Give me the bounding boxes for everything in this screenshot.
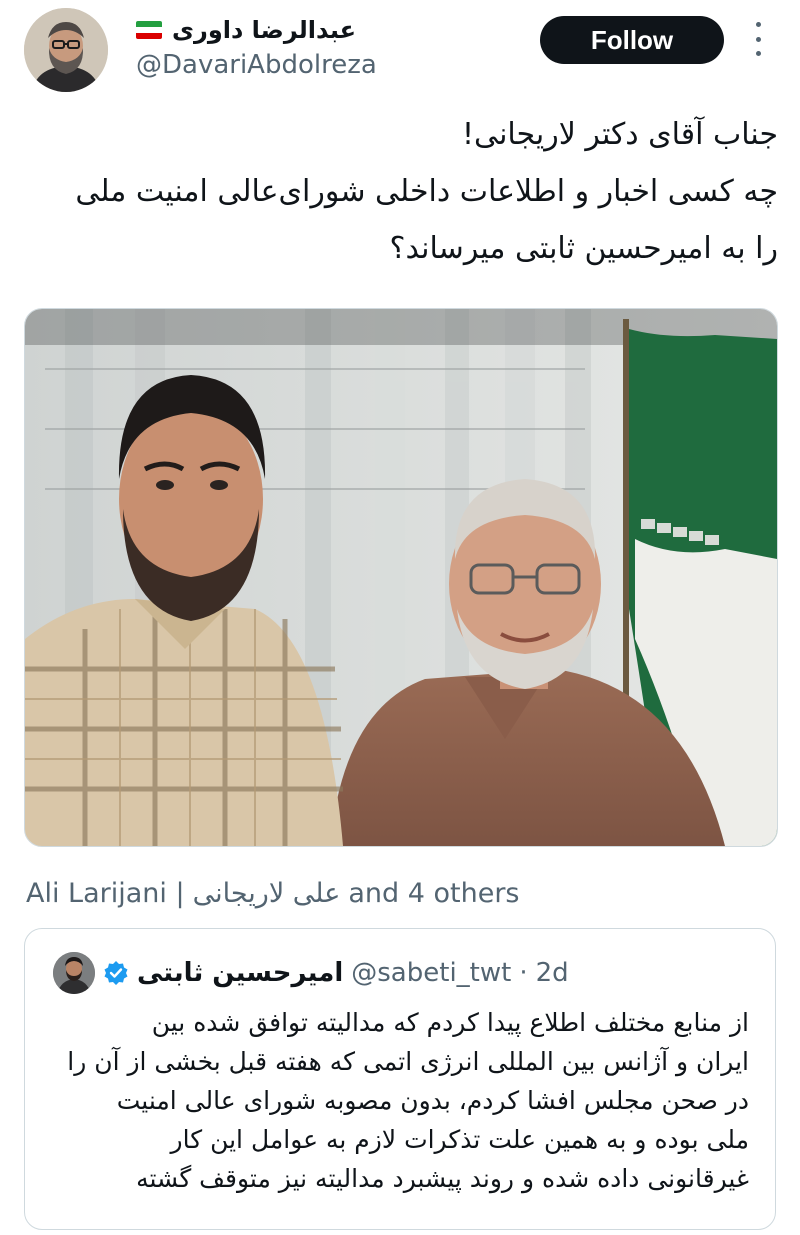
tagged-name-fa: علی لاریجانی — [192, 877, 341, 909]
quoted-text-line: در صحن مجلس افشا کردم، بدون مصوبه شورای … — [116, 1086, 749, 1115]
quoted-tweet-text: از منابع مختلف اطلاع پیدا کردم که مدالیت… — [49, 1003, 749, 1198]
tagged-name-en: Ali Larijani | — [26, 877, 185, 909]
author-display-name[interactable]: عبدالرضا داوری — [172, 16, 356, 44]
tweet-header: عبدالرضا داوری @DavariAbdolreza Follow — [0, 0, 800, 100]
quoted-timestamp[interactable]: 2d — [536, 958, 569, 988]
tweet-text: جناب آقای دکتر لاریجانی! چه کسی اخبار و … — [18, 106, 778, 277]
meta-separator: · — [519, 958, 528, 988]
quoted-text-line: غیرقانونی داده شده و روند پیشبرد مدالیته… — [136, 1164, 749, 1193]
quoted-author-avatar[interactable] — [53, 952, 95, 994]
author-name-row: عبدالرضا داوری — [136, 12, 356, 48]
quoted-tweet[interactable]: امیرحسین ثابتی @sabeti_twt · 2d از منابع… — [24, 928, 776, 1230]
iran-flag-icon — [136, 21, 162, 39]
tweet-text-line: جناب آقای دکتر لاریجانی! — [462, 117, 778, 152]
author-avatar[interactable] — [24, 8, 108, 92]
verified-badge-icon — [104, 961, 128, 985]
author-handle[interactable]: @DavariAbdolreza — [136, 50, 377, 80]
quoted-tweet-header: امیرحسین ثابتی @sabeti_twt · 2d — [53, 951, 569, 995]
quoted-text-line: ایران و آژانس بین المللی انرژی اتمی که ه… — [67, 1047, 749, 1076]
quoted-author-handle[interactable]: @sabeti_twt — [351, 958, 511, 988]
quoted-text-line: از منابع مختلف اطلاع پیدا کردم که مدالیت… — [151, 1008, 749, 1037]
tweet-photo[interactable] — [24, 308, 778, 847]
tweet-text-line: چه کسی اخبار و اطلاعات داخلی شورای‌عالی … — [75, 174, 778, 209]
quoted-author-name[interactable]: امیرحسین ثابتی — [137, 958, 343, 988]
tweet-text-line: را به امیرحسین ثابتی میرساند؟ — [389, 231, 778, 266]
quoted-text-line: ملی بوده و به همین علت تذکرات لازم به عو… — [170, 1125, 749, 1154]
follow-button[interactable]: Follow — [540, 16, 724, 64]
more-options-icon[interactable] — [748, 22, 768, 56]
tagged-people[interactable]: Ali Larijani | علی لاریجانی and 4 others — [26, 872, 520, 914]
tagged-others: and 4 others — [348, 877, 520, 909]
